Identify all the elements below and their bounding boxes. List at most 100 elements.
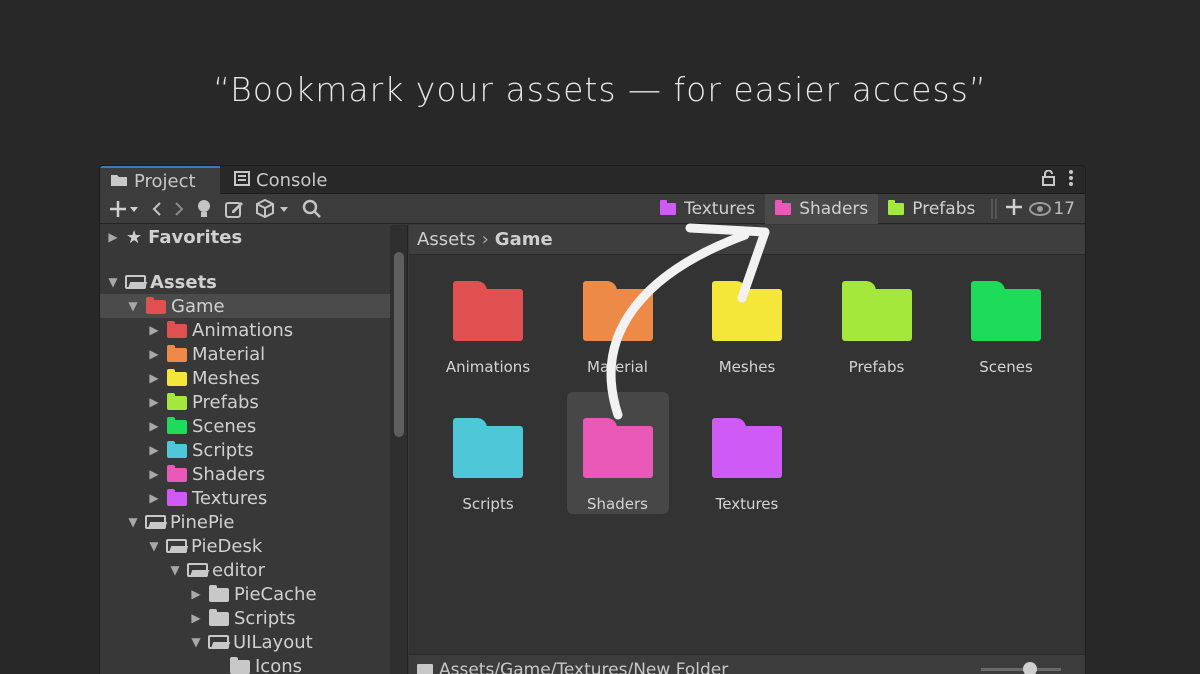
expand-arrow-icon[interactable]: ▶ bbox=[145, 491, 163, 505]
lock-icon[interactable] bbox=[1042, 169, 1055, 191]
drag-handle[interactable] bbox=[991, 199, 998, 219]
tree-item-game[interactable]: ▼ Game bbox=[100, 294, 390, 318]
asset-label: Scenes bbox=[979, 358, 1033, 376]
asset-folder-textures[interactable]: Textures bbox=[696, 392, 798, 514]
expand-arrow-icon[interactable]: ▶ bbox=[145, 419, 163, 433]
folder-icon bbox=[167, 489, 187, 506]
tree-item-textures[interactable]: ▶ Textures bbox=[100, 486, 390, 510]
asset-folder-scripts[interactable]: Scripts bbox=[437, 392, 539, 514]
tree-item-scenes[interactable]: ▶ Scenes bbox=[100, 414, 390, 438]
expand-arrow-icon[interactable]: ▶ bbox=[145, 371, 163, 385]
tree-item-assets[interactable]: ▼ Assets bbox=[100, 270, 390, 294]
visibility-toggle[interactable]: 17 bbox=[1029, 199, 1085, 219]
tab-project[interactable]: Project bbox=[100, 166, 220, 194]
collapse-arrow-icon[interactable]: ▼ bbox=[166, 563, 184, 577]
back-arrow-icon[interactable] bbox=[152, 201, 162, 217]
folder-icon bbox=[712, 281, 782, 341]
folder-icon bbox=[417, 663, 433, 674]
asset-label: Textures bbox=[715, 495, 779, 513]
expand-arrow-icon[interactable]: ▶ bbox=[145, 395, 163, 409]
tree-label: Scenes bbox=[192, 415, 257, 437]
asset-folder-material[interactable]: Material bbox=[567, 255, 669, 377]
kebab-menu-icon[interactable] bbox=[1069, 170, 1073, 191]
bookmark-shaders[interactable]: Shaders bbox=[765, 194, 879, 224]
tree-item-scripts[interactable]: ▶ Scripts bbox=[100, 606, 390, 630]
tree-item-shaders[interactable]: ▶ Shaders bbox=[100, 462, 390, 486]
asset-folder-meshes[interactable]: Meshes bbox=[696, 255, 798, 377]
chevron-right-icon: › bbox=[481, 229, 489, 250]
folder-icon bbox=[110, 171, 128, 192]
asset-folder-scenes[interactable]: Scenes bbox=[955, 255, 1057, 377]
folder-icon bbox=[209, 609, 229, 626]
asset-folder-prefabs[interactable]: Prefabs bbox=[826, 255, 928, 377]
expand-arrow-icon[interactable]: ▶ bbox=[145, 443, 163, 457]
tree-label: Textures bbox=[192, 487, 268, 509]
package-dropdown-icon[interactable] bbox=[256, 198, 290, 219]
forward-arrow-icon[interactable] bbox=[174, 201, 184, 217]
tree-item-material[interactable]: ▶ Material bbox=[100, 342, 390, 366]
open-folder-icon bbox=[145, 515, 166, 529]
breadcrumb-game[interactable]: Game bbox=[495, 229, 553, 250]
tree-label: Material bbox=[192, 343, 266, 365]
project-tree: ▶ ★ Favorites ▼ Assets ▼ Game ▶ Animation… bbox=[100, 225, 390, 674]
folder-icon bbox=[167, 393, 187, 410]
asset-folder-shaders[interactable]: Shaders bbox=[566, 392, 669, 514]
expand-arrow-icon[interactable]: ▶ bbox=[187, 587, 205, 601]
bookmark-label: Textures bbox=[684, 199, 756, 219]
tree-item-editor[interactable]: ▼ editor bbox=[100, 558, 390, 582]
breadcrumb-assets[interactable]: Assets bbox=[417, 229, 476, 250]
tree-item-piedesk[interactable]: ▼ PieDesk bbox=[100, 534, 390, 558]
expand-arrow-icon[interactable]: ▶ bbox=[187, 611, 205, 625]
collapse-arrow-icon[interactable]: ▼ bbox=[104, 275, 122, 289]
tab-console[interactable]: Console bbox=[224, 166, 344, 194]
lightbulb-icon[interactable] bbox=[196, 199, 212, 219]
asset-label: Material bbox=[587, 358, 648, 376]
add-bookmark-button[interactable] bbox=[1005, 197, 1023, 222]
status-path: Assets/Game/Textures/New Folder bbox=[439, 659, 729, 674]
scrollbar-thumb[interactable] bbox=[394, 252, 404, 437]
edit-icon[interactable] bbox=[224, 199, 244, 219]
slider-knob[interactable] bbox=[1023, 662, 1037, 674]
tree-label: Scripts bbox=[192, 439, 254, 461]
visible-count: 17 bbox=[1053, 199, 1075, 219]
headline: “Bookmark your assets — for easier acces… bbox=[213, 70, 987, 109]
tab-console-label: Console bbox=[256, 169, 328, 191]
collapse-arrow-icon[interactable]: ▼ bbox=[187, 635, 205, 649]
bookmark-textures[interactable]: Textures bbox=[650, 194, 765, 224]
expand-arrow-icon[interactable]: ▶ bbox=[104, 230, 122, 244]
tree-item-icons[interactable]: Icons bbox=[100, 654, 390, 674]
search-icon[interactable] bbox=[302, 199, 322, 219]
folder-icon bbox=[582, 281, 653, 341]
bookmark-bar: Textures Shaders Prefabs 17 bbox=[650, 194, 1085, 224]
bookmark-prefabs[interactable]: Prefabs bbox=[878, 194, 985, 224]
asset-label: Prefabs bbox=[848, 358, 905, 376]
collapse-arrow-icon[interactable]: ▼ bbox=[124, 515, 142, 529]
collapse-arrow-icon[interactable]: ▼ bbox=[124, 299, 142, 313]
asset-folder-animations[interactable]: Animations bbox=[437, 255, 539, 377]
folder-icon bbox=[712, 418, 782, 478]
tree-item-scripts[interactable]: ▶ Scripts bbox=[100, 438, 390, 462]
toolbar: Textures Shaders Prefabs 17 bbox=[100, 194, 1085, 224]
tree-item-pinepie[interactable]: ▼ PinePie bbox=[100, 510, 390, 534]
collapse-arrow-icon[interactable]: ▼ bbox=[145, 539, 163, 553]
bookmark-label: Prefabs bbox=[912, 199, 976, 219]
tree-item-prefabs[interactable]: ▶ Prefabs bbox=[100, 390, 390, 414]
console-icon bbox=[234, 170, 250, 191]
tree-item-uilayout[interactable]: ▼ UILayout bbox=[100, 630, 390, 654]
expand-arrow-icon[interactable]: ▶ bbox=[145, 323, 163, 337]
tree-item-favorites[interactable]: ▶ ★ Favorites bbox=[100, 225, 390, 249]
tree-item-animations[interactable]: ▶ Animations bbox=[100, 318, 390, 342]
tree-item-piecache[interactable]: ▶ PieCache bbox=[100, 582, 390, 606]
tree-label: Meshes bbox=[192, 367, 260, 389]
tree-label: PieCache bbox=[234, 583, 317, 605]
breadcrumb: Assets › Game bbox=[409, 225, 1085, 255]
expand-arrow-icon[interactable]: ▶ bbox=[145, 467, 163, 481]
tree-label: Animations bbox=[192, 319, 294, 341]
folder-icon bbox=[660, 200, 677, 215]
icon-size-slider[interactable] bbox=[981, 662, 1061, 674]
create-dropdown-button[interactable] bbox=[110, 200, 140, 218]
folder-icon bbox=[888, 200, 905, 215]
tree-item-meshes[interactable]: ▶ Meshes bbox=[100, 366, 390, 390]
expand-arrow-icon[interactable]: ▶ bbox=[145, 347, 163, 361]
folder-icon bbox=[167, 321, 187, 338]
